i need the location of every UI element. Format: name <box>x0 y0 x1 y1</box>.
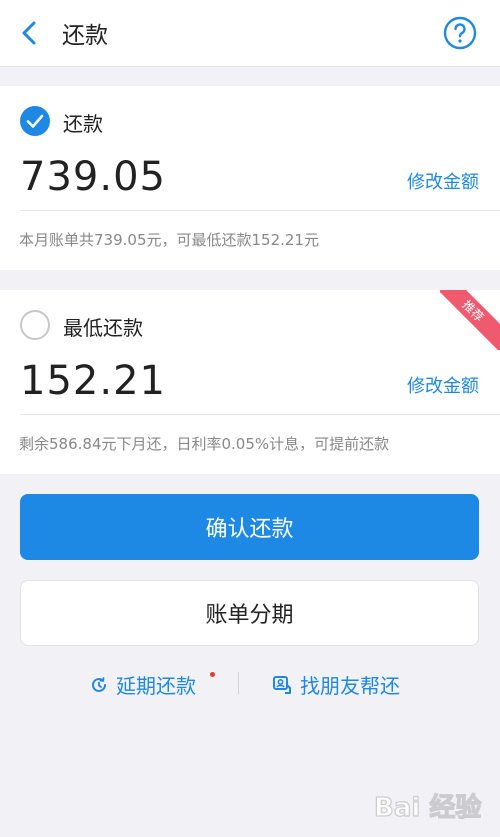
full-payment-note: 本月账单共739.05元，可最低还款152.21元 <box>19 231 319 249</box>
friend-help-link[interactable]: 找朋友帮还 <box>272 670 400 699</box>
back-arrow-icon[interactable] <box>16 18 44 48</box>
divider <box>20 414 500 415</box>
min-payment-note: 剩余586.84元下月还，日利率0.05%计息，可提前还款 <box>19 435 390 453</box>
baidu-watermark-logo: Bai 经验 <box>373 791 482 823</box>
friend-chat-icon <box>273 675 291 694</box>
nav-header: 还款 <box>0 0 500 67</box>
notification-dot <box>210 672 215 677</box>
link-divider <box>238 672 239 694</box>
delay-repay-link[interactable]: 延期还款 <box>90 670 196 699</box>
recommend-badge: 推荐 <box>440 290 500 350</box>
delay-repay-label: 延期还款 <box>116 674 196 698</box>
full-payment-label: 还款 <box>63 112 103 136</box>
divider <box>20 210 500 211</box>
full-payment-radio[interactable] <box>20 106 50 136</box>
full-payment-option[interactable]: 还款 739.05 修改金额 本月账单共739.05元，可最低还款152.21元 <box>0 86 500 270</box>
min-payment-modify-link[interactable]: 修改金额 <box>407 372 479 398</box>
min-payment-label: 最低还款 <box>63 316 143 340</box>
svg-text:Bai 经验: Bai 经验 <box>374 792 481 823</box>
page-title: 还款 <box>62 23 108 49</box>
checkmark-icon <box>26 114 44 128</box>
confirm-repay-button[interactable]: 确认还款 <box>20 494 479 560</box>
clock-icon <box>92 676 106 692</box>
friend-help-label: 找朋友帮还 <box>300 674 400 698</box>
recommend-ribbon: 推荐 <box>440 290 500 350</box>
installment-button[interactable]: 账单分期 <box>20 580 479 646</box>
help-icon[interactable] <box>443 16 477 50</box>
full-payment-amount: 739.05 <box>20 154 166 200</box>
min-payment-option[interactable]: 推荐 最低还款 152.21 修改金额 剩余586.84元下月还，日利率0.05… <box>0 290 500 474</box>
min-payment-radio[interactable] <box>20 310 50 340</box>
min-payment-amount: 152.21 <box>20 358 166 404</box>
full-payment-modify-link[interactable]: 修改金额 <box>407 168 479 194</box>
